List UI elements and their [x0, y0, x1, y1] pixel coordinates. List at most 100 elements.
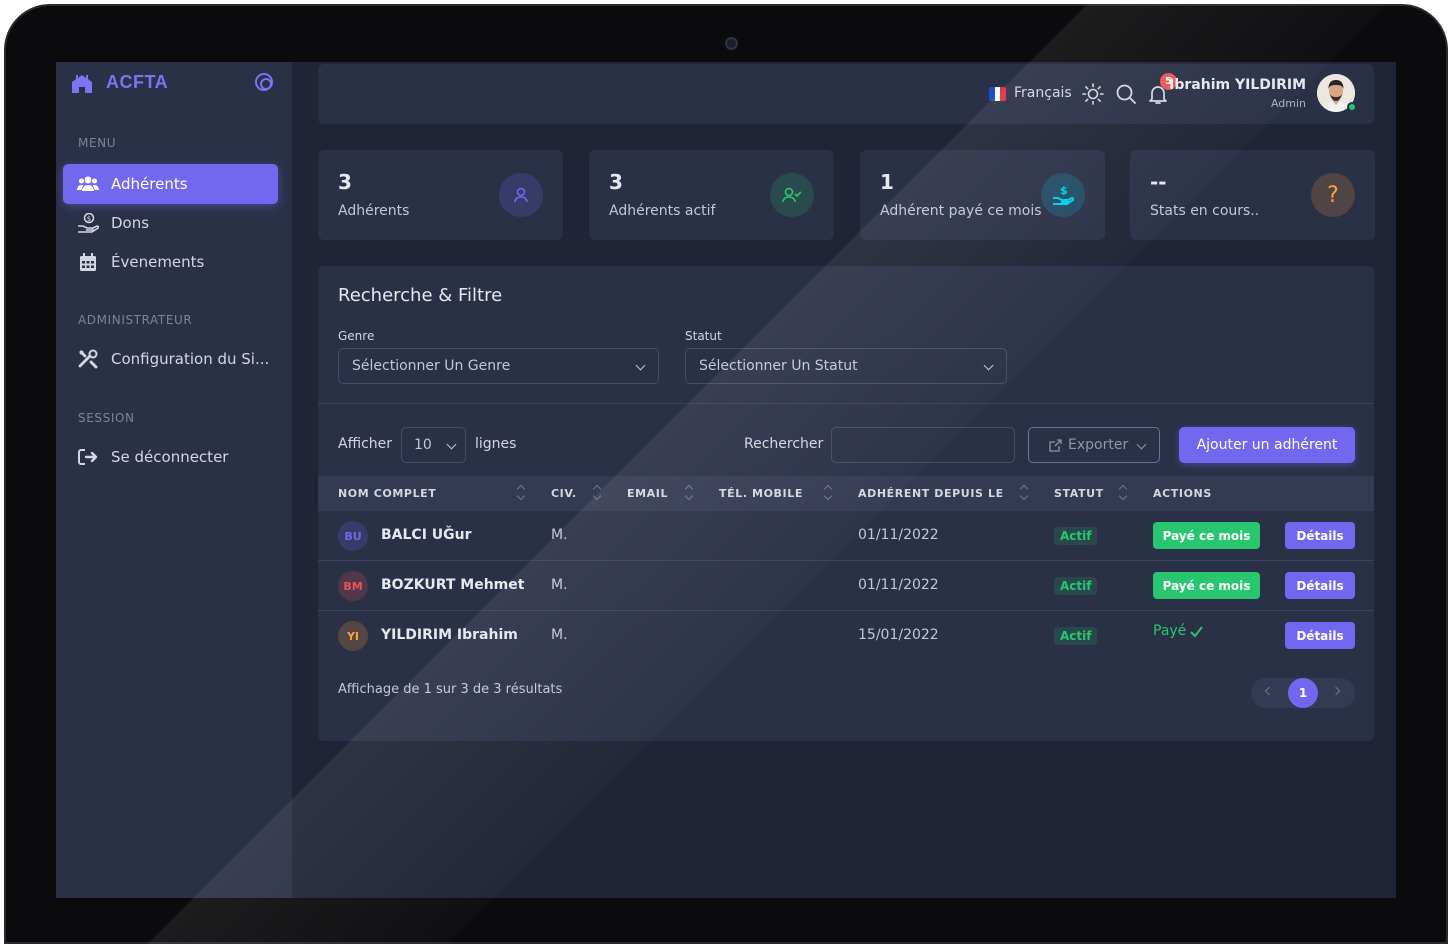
donation-icon: $ — [77, 212, 99, 234]
stat-label: Adhérents actif — [609, 203, 716, 219]
users-icon — [77, 173, 99, 195]
stat-card-stats: -- Stats en cours.. ? — [1130, 150, 1375, 240]
section-label-session: SESSION — [78, 411, 135, 425]
sidebar-item-adherents[interactable]: Adhérents — [63, 164, 278, 204]
show-label: Afficher — [338, 436, 393, 452]
chevron-down-icon — [635, 360, 646, 371]
details-button[interactable]: Détails — [1285, 522, 1355, 549]
stat-value: 1 — [880, 170, 894, 194]
export-button[interactable]: Exporter — [1028, 427, 1160, 463]
member-civ: M. — [551, 577, 568, 593]
online-status-dot — [1347, 102, 1357, 112]
chevron-left-icon[interactable] — [1264, 686, 1274, 696]
details-button[interactable]: Détails — [1285, 572, 1355, 599]
pay-this-month-button[interactable]: Payé ce mois — [1153, 522, 1260, 549]
section-label-administrateur: ADMINISTRATEUR — [78, 313, 193, 327]
col-header-nom[interactable]: NOM COMPLET — [338, 487, 436, 500]
paid-label: Payé — [1153, 623, 1187, 639]
theme-toggle-sun-icon[interactable] — [1082, 83, 1104, 105]
avatar: BU — [338, 521, 368, 551]
page-length-select[interactable]: 10 — [401, 427, 466, 463]
stat-card-adherents-actif: 3 Adhérents actif — [589, 150, 834, 240]
status-badge: Actif — [1054, 627, 1098, 645]
stat-label: Stats en cours.. — [1150, 203, 1260, 219]
user-role: Admin — [1270, 97, 1306, 110]
export-label: Exporter — [1068, 437, 1129, 453]
sort-icon[interactable] — [824, 484, 832, 502]
stat-label: Adhérents — [338, 203, 410, 219]
check-icon — [1190, 625, 1204, 637]
page-1-button[interactable]: 1 — [1288, 678, 1318, 708]
avatar: BM — [338, 571, 368, 601]
section-label-menu: MENU — [78, 136, 117, 150]
statut-label: Statut — [685, 329, 722, 343]
sort-icon[interactable] — [593, 484, 601, 502]
sidebar-item-dons[interactable]: $ Dons — [63, 203, 278, 243]
top-navbar: Français 5 Ibrahim YILDIRIM Admin — [318, 64, 1374, 124]
avatar: YI — [338, 621, 368, 651]
brand[interactable]: ACFTA — [70, 72, 168, 93]
sort-icon[interactable] — [1119, 484, 1127, 502]
user-name[interactable]: Ibrahim YILDIRIM — [1169, 77, 1306, 93]
col-header-civ[interactable]: CIV. — [551, 487, 577, 500]
add-member-button[interactable]: Ajouter un adhérent — [1179, 427, 1355, 463]
france-flag-icon[interactable] — [989, 87, 1006, 101]
sidebar-item-label: Évenements — [111, 253, 205, 271]
sidebar-item-label: Dons — [111, 214, 150, 232]
stat-card-adherents: 3 Adhérents — [318, 150, 563, 240]
status-badge: Actif — [1054, 527, 1098, 545]
table-header: NOM COMPLET CIV. EMAIL TÉL. MOBILE ADHÉR… — [318, 476, 1374, 511]
sidebar-item-logout[interactable]: Se déconnecter — [63, 437, 278, 477]
search-input[interactable] — [831, 427, 1015, 463]
statut-select-value: Sélectionner Un Statut — [699, 358, 858, 374]
col-header-email[interactable]: EMAIL — [627, 487, 668, 500]
svg-text:$: $ — [87, 215, 91, 223]
genre-select-value: Sélectionner Un Genre — [352, 358, 511, 374]
member-civ: M. — [551, 627, 568, 643]
chevron-right-icon[interactable] — [1331, 686, 1341, 696]
col-header-depuis[interactable]: ADHÉRENT DEPUIS LE — [858, 487, 1004, 500]
question-icon: ? — [1311, 173, 1355, 217]
app-screen: ACFTA MENU Adhérents $ Dons Évenements A… — [56, 62, 1396, 898]
pagination: 1 — [1251, 678, 1355, 708]
col-header-statut[interactable]: STATUT — [1054, 487, 1104, 500]
language-switcher[interactable]: Français — [1014, 85, 1072, 101]
stat-label: Adhérent payé ce mois — [880, 203, 1042, 219]
brand-name: ACFTA — [106, 72, 169, 92]
members-card: Recherche & Filtre Genre Sélectionner Un… — [318, 266, 1374, 741]
sidebar: ACFTA MENU Adhérents $ Dons Évenements A… — [56, 62, 292, 898]
genre-select[interactable]: Sélectionner Un Genre — [338, 348, 659, 384]
table-info: Affichage de 1 sur 3 de 3 résultats — [338, 682, 563, 697]
sort-icon[interactable] — [517, 484, 525, 502]
collapse-sidebar-icon[interactable] — [255, 73, 273, 91]
search-icon[interactable] — [1115, 83, 1137, 105]
stat-value: -- — [1150, 170, 1167, 194]
hand-coin-icon: $ — [1041, 173, 1085, 217]
statut-select[interactable]: Sélectionner Un Statut — [685, 348, 1007, 384]
calendar-icon — [77, 251, 99, 273]
pay-this-month-button[interactable]: Payé ce mois — [1153, 572, 1260, 599]
genre-label: Genre — [338, 329, 375, 343]
member-name: YILDIRIM Ibrahim — [381, 627, 518, 643]
sort-icon[interactable] — [1020, 484, 1028, 502]
member-since: 01/11/2022 — [858, 577, 939, 593]
table-row: BU BALCI UĞur M. 01/11/2022 Actif Payé c… — [318, 511, 1374, 561]
table-row: BM BOZKURT Mehmet M. 01/11/2022 Actif Pa… — [318, 561, 1374, 611]
sidebar-item-configuration[interactable]: Configuration du Si... — [63, 339, 278, 379]
sidebar-item-evenements[interactable]: Évenements — [63, 242, 278, 282]
rows-label: lignes — [475, 436, 517, 452]
details-button[interactable]: Détails — [1285, 622, 1355, 649]
member-name: BALCI UĞur — [381, 527, 472, 543]
logout-icon — [77, 446, 99, 468]
member-name: BOZKURT Mehmet — [381, 577, 525, 593]
col-header-tel[interactable]: TÉL. MOBILE — [719, 487, 803, 500]
member-civ: M. — [551, 527, 568, 543]
chevron-down-icon — [1136, 439, 1147, 450]
chevron-down-icon — [983, 360, 994, 371]
stat-value: 3 — [609, 170, 623, 194]
sort-icon[interactable] — [685, 484, 693, 502]
member-since: 01/11/2022 — [858, 527, 939, 543]
paid-status: Payé — [1153, 623, 1204, 639]
school-icon — [72, 74, 92, 93]
user-check-icon — [770, 173, 814, 217]
